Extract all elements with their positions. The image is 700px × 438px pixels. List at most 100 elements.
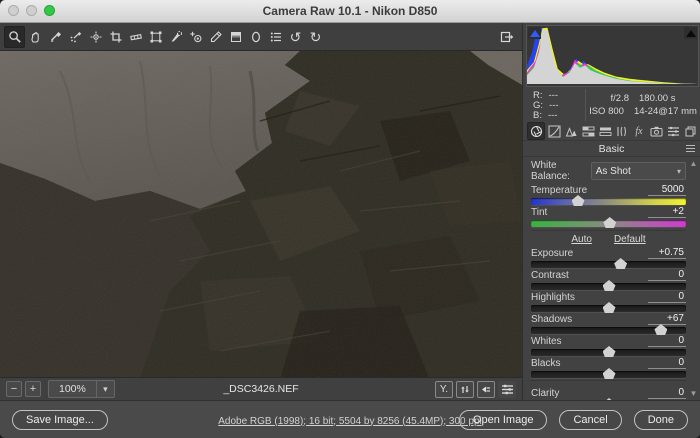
slider-label: Clarity bbox=[531, 388, 559, 399]
slider-control: Tint +2 bbox=[531, 206, 686, 227]
slider-value-field[interactable]: 0 bbox=[648, 269, 686, 281]
tab-split-toning[interactable] bbox=[597, 123, 613, 139]
camera-raw-window: Camera Raw 10.1 - Nikon D850 bbox=[0, 0, 700, 438]
zoom-tool-icon[interactable] bbox=[4, 26, 25, 48]
red-eye-tool-icon[interactable] bbox=[186, 27, 205, 47]
transform-tool-icon[interactable] bbox=[146, 27, 165, 47]
white-balance-select[interactable]: As Shot ▾ bbox=[591, 162, 686, 180]
slider-thumb[interactable] bbox=[603, 368, 616, 379]
white-balance-label: White Balance: bbox=[531, 160, 591, 182]
rotate-left-icon[interactable]: ↺ bbox=[286, 27, 305, 47]
slider-control: Shadows +67 bbox=[531, 313, 686, 334]
slider-thumb[interactable] bbox=[603, 346, 616, 357]
zoom-level-select[interactable]: 100% ▾ bbox=[48, 380, 115, 398]
scroll-down-icon[interactable]: ▼ bbox=[690, 389, 698, 398]
iso-value: ISO 800 bbox=[589, 107, 624, 117]
slider-thumb[interactable] bbox=[603, 302, 616, 313]
tab-effects[interactable]: fx bbox=[631, 123, 647, 139]
default-link[interactable]: Default bbox=[614, 234, 646, 245]
slider-value-field[interactable]: +67 bbox=[648, 313, 686, 325]
tab-presets[interactable] bbox=[665, 123, 681, 139]
zoom-out-button[interactable]: − bbox=[6, 381, 22, 397]
rgb-readout: R:--- G:--- B:--- bbox=[523, 89, 585, 121]
open-image-button[interactable]: Open Image bbox=[459, 410, 548, 430]
swap-before-after-button[interactable] bbox=[456, 381, 474, 398]
slider-thumb[interactable] bbox=[603, 280, 616, 291]
tab-snapshots[interactable] bbox=[682, 123, 698, 139]
zoom-level-value[interactable]: 100% bbox=[48, 380, 96, 398]
before-after-view-button[interactable]: Y. bbox=[435, 381, 453, 398]
chevron-down-icon[interactable]: ▾ bbox=[96, 380, 115, 398]
rotate-right-icon[interactable]: ↻ bbox=[306, 27, 325, 47]
slider-control: Blacks 0 bbox=[531, 357, 686, 378]
chevron-down-icon: ▾ bbox=[677, 167, 681, 176]
tab-hsl-adjustments[interactable] bbox=[580, 123, 596, 139]
panel-header: Basic bbox=[523, 141, 700, 157]
slider-thumb[interactable] bbox=[614, 258, 627, 269]
straighten-tool-icon[interactable] bbox=[126, 27, 145, 47]
slider-value-field[interactable]: 0 bbox=[648, 335, 686, 347]
tab-lens-corrections[interactable] bbox=[614, 123, 630, 139]
slider-track[interactable] bbox=[531, 283, 686, 290]
slider-value-field[interactable]: 0 bbox=[648, 357, 686, 369]
histogram[interactable] bbox=[526, 25, 699, 87]
panel-scrollbar[interactable]: ▲ ▼ bbox=[688, 159, 699, 398]
slider-label: Highlights bbox=[531, 292, 575, 303]
graduated-filter-tool-icon[interactable] bbox=[226, 27, 245, 47]
panel-title: Basic bbox=[599, 143, 625, 155]
done-button[interactable]: Done bbox=[634, 410, 688, 430]
spot-removal-tool-icon[interactable] bbox=[166, 27, 185, 47]
tab-basic[interactable] bbox=[527, 122, 545, 140]
targeted-adjustment-tool-icon[interactable] bbox=[86, 27, 105, 47]
radial-filter-tool-icon[interactable] bbox=[246, 27, 265, 47]
toggle-fullscreen-icon[interactable] bbox=[498, 27, 517, 47]
crop-tool-icon[interactable] bbox=[106, 27, 125, 47]
slider-value-field[interactable]: 0 bbox=[648, 387, 686, 399]
auto-link[interactable]: Auto bbox=[571, 234, 592, 245]
minimize-button[interactable] bbox=[26, 5, 37, 16]
slider-track[interactable] bbox=[531, 198, 686, 205]
tab-tone-curve[interactable] bbox=[546, 123, 562, 139]
tab-camera-calibration[interactable] bbox=[648, 123, 664, 139]
save-image-button[interactable]: Save Image... bbox=[12, 410, 108, 430]
highlight-clipping-warning[interactable] bbox=[684, 27, 697, 39]
slider-track[interactable] bbox=[531, 220, 686, 227]
open-preferences-tool-icon[interactable] bbox=[266, 27, 285, 47]
copy-settings-button[interactable] bbox=[477, 381, 495, 398]
slider-track[interactable] bbox=[531, 327, 686, 334]
slider-control: Highlights 0 bbox=[531, 291, 686, 312]
slider-thumb[interactable] bbox=[572, 195, 585, 206]
photo-preview[interactable] bbox=[0, 51, 522, 377]
zoom-in-button[interactable]: + bbox=[25, 381, 41, 397]
slider-value-field[interactable]: +0.75 bbox=[648, 247, 686, 259]
hand-tool-icon[interactable] bbox=[26, 27, 45, 47]
slider-track[interactable] bbox=[531, 371, 686, 378]
preview-status-bar: − + 100% ▾ _DSC3426.NEF Y. bbox=[0, 377, 522, 400]
slider-label: Whites bbox=[531, 336, 562, 347]
slider-control: Temperature 5000 bbox=[531, 184, 686, 205]
slider-thumb[interactable] bbox=[603, 217, 616, 228]
toggle-settings-icon[interactable] bbox=[498, 381, 516, 398]
tab-detail[interactable] bbox=[563, 123, 579, 139]
slider-value-field[interactable]: +2 bbox=[648, 206, 686, 218]
slider-value-field[interactable]: 0 bbox=[648, 291, 686, 303]
scroll-up-icon[interactable]: ▲ bbox=[690, 159, 698, 168]
cancel-button[interactable]: Cancel bbox=[559, 410, 621, 430]
zoom-window-button[interactable] bbox=[44, 5, 55, 16]
white-balance-tool-icon[interactable] bbox=[46, 27, 65, 47]
close-button[interactable] bbox=[8, 5, 19, 16]
slider-label: Exposure bbox=[531, 248, 573, 259]
slider-thumb[interactable] bbox=[654, 324, 667, 335]
slider-track[interactable] bbox=[531, 305, 686, 312]
traffic-lights bbox=[8, 5, 55, 16]
color-sampler-tool-icon[interactable] bbox=[66, 27, 85, 47]
adjustment-brush-tool-icon[interactable] bbox=[206, 27, 225, 47]
title-bar[interactable]: Camera Raw 10.1 - Nikon D850 bbox=[0, 0, 700, 23]
workflow-options-link[interactable]: Adobe RGB (1998); 16 bit; 5504 by 8256 (… bbox=[218, 416, 482, 427]
panel-menu-icon[interactable] bbox=[686, 145, 695, 153]
shadow-clipping-warning[interactable] bbox=[528, 27, 541, 39]
slider-track[interactable] bbox=[531, 349, 686, 356]
slider-track[interactable] bbox=[531, 261, 686, 268]
toolbar: ↺ ↻ bbox=[0, 23, 522, 51]
slider-value-field[interactable]: 5000 bbox=[648, 184, 686, 196]
